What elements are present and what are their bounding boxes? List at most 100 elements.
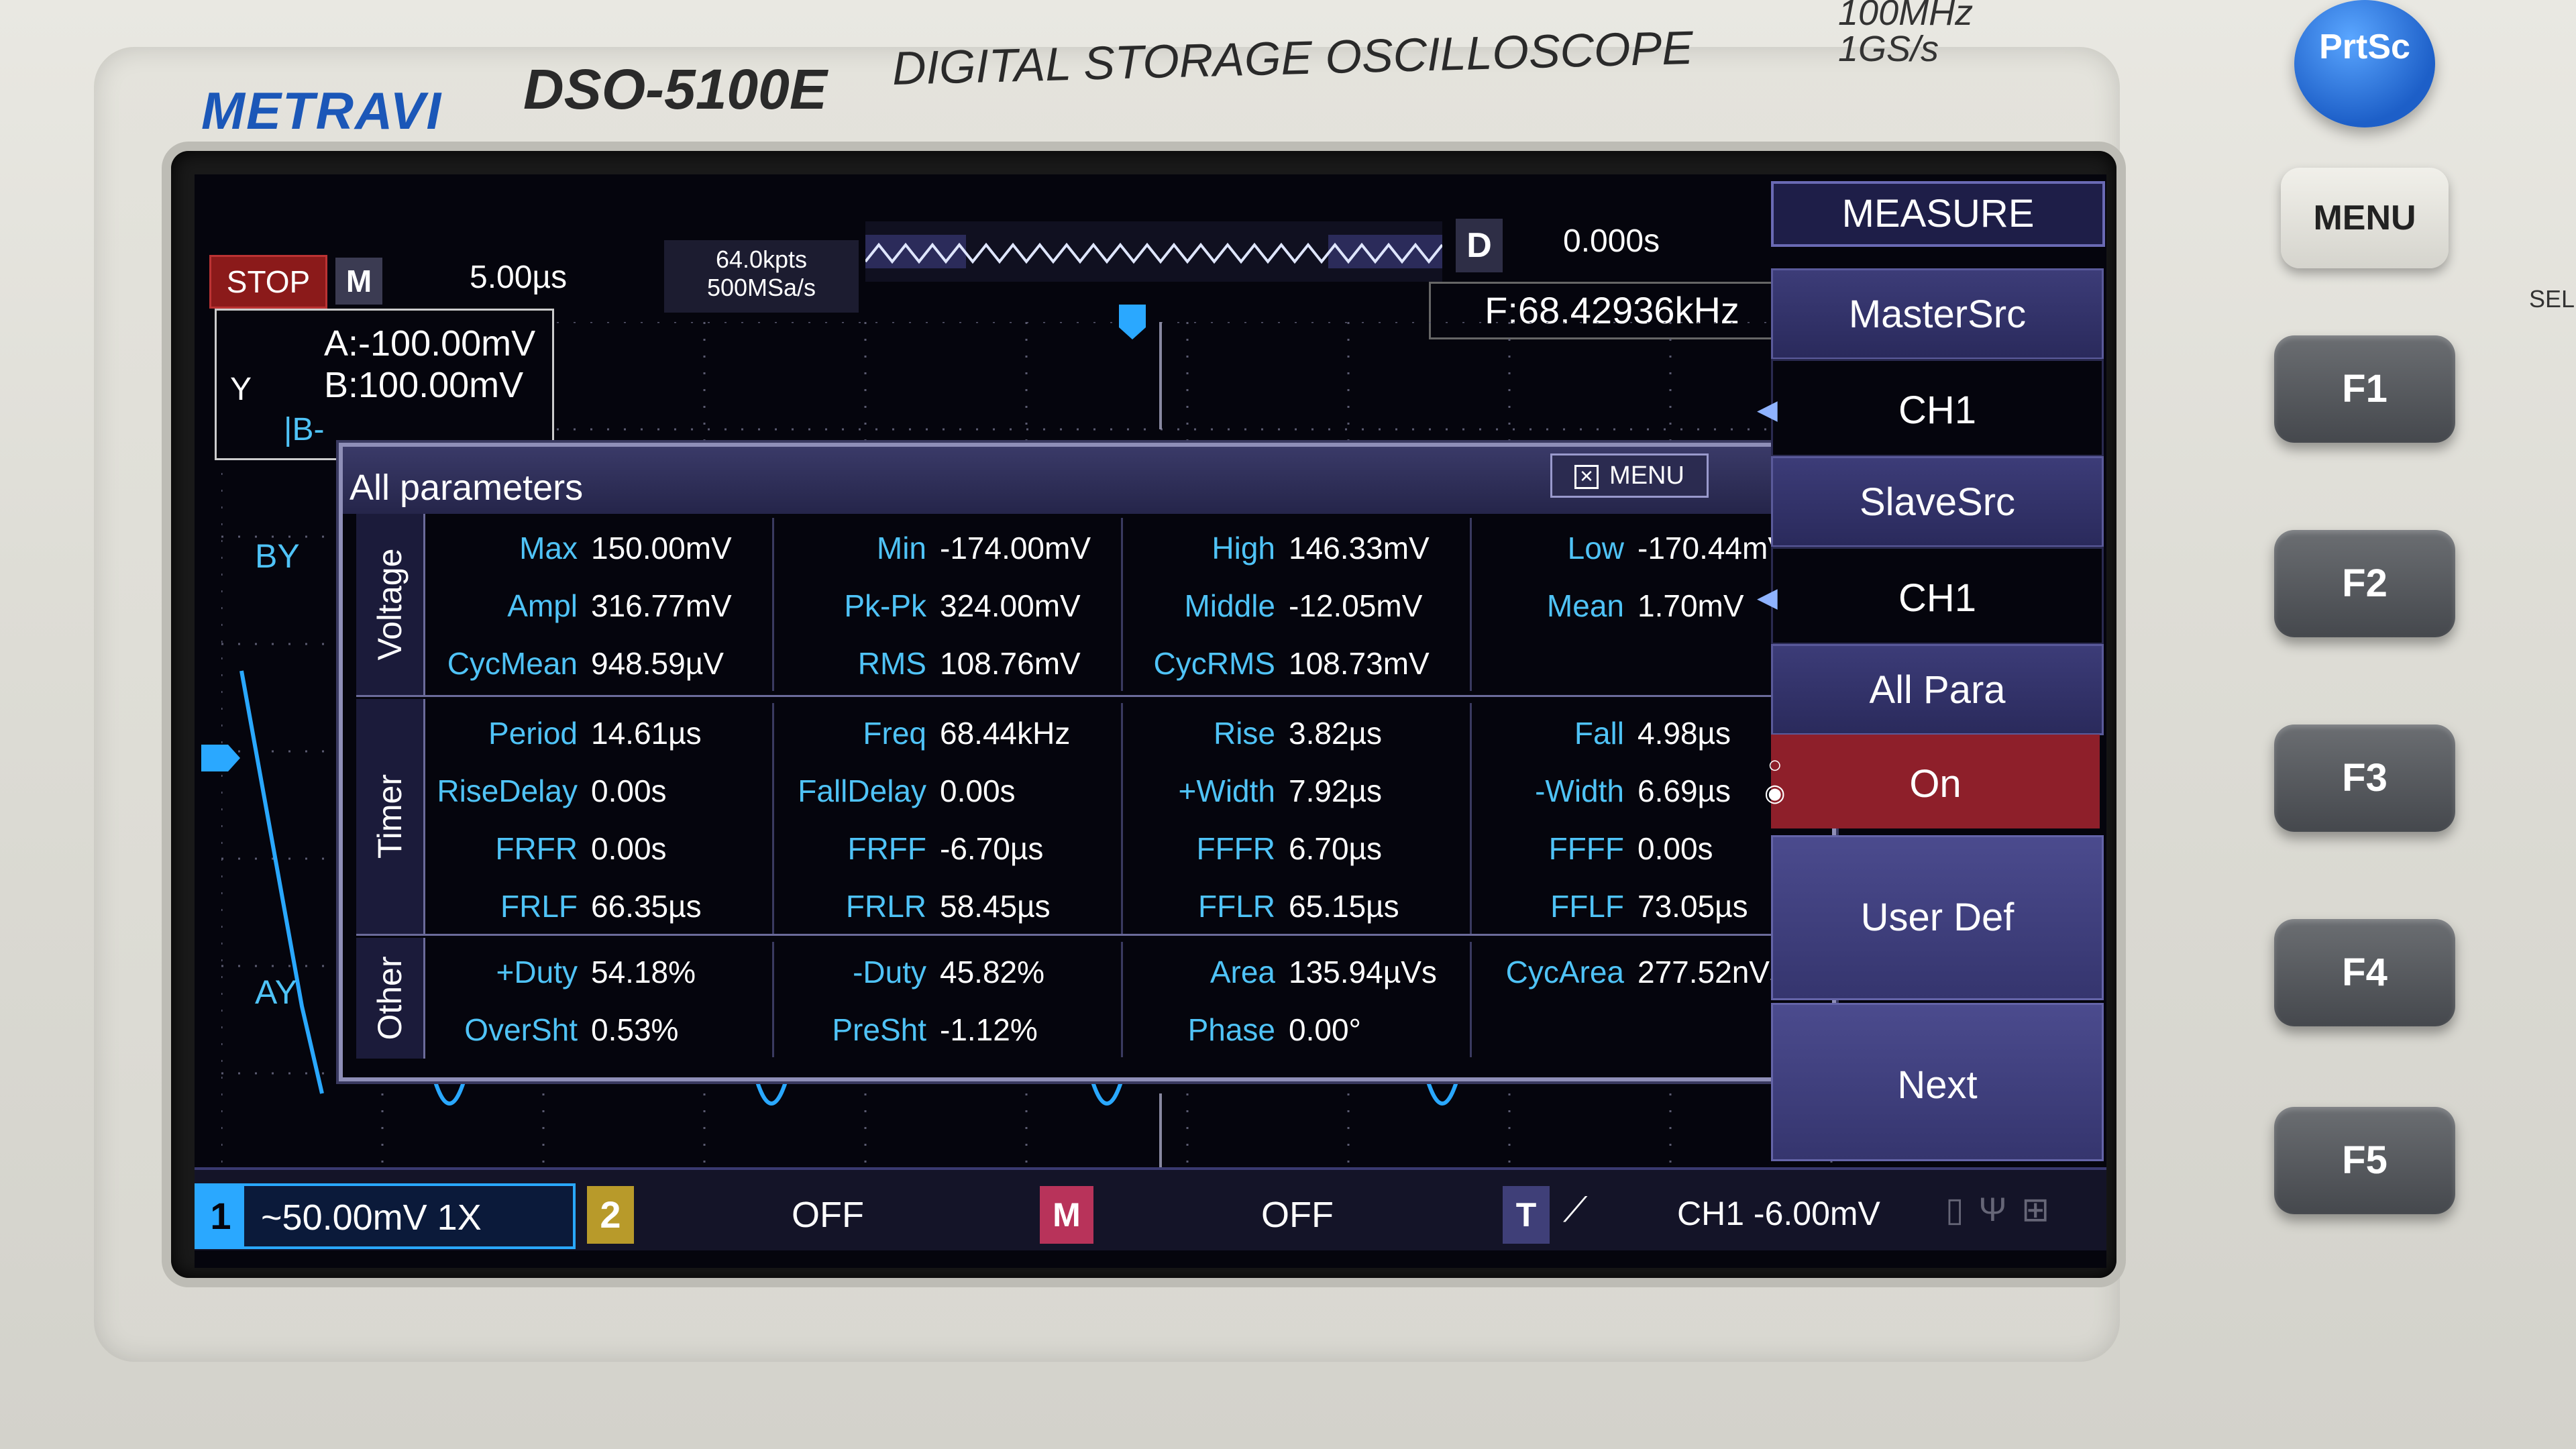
- usb-icon: Ψ: [1978, 1191, 2022, 1228]
- f3-button[interactable]: F3: [2274, 724, 2455, 832]
- param-name: PreSht: [832, 1012, 926, 1047]
- param-row: +Duty 54.18% -Duty 45.82% Area 135.94µVs Cy…: [423, 942, 1819, 1000]
- param-value: 7.92µs: [1289, 773, 1383, 808]
- param-value: 0.00°: [1289, 1012, 1361, 1047]
- param-name: Ampl: [507, 588, 578, 623]
- f5-button[interactable]: F5: [2274, 1107, 2455, 1214]
- network-icon: ⊞: [2021, 1191, 2065, 1228]
- all-para-on-toggle[interactable]: ○ ◉ On: [1764, 735, 2100, 828]
- slave-src-value-text: CH1: [1898, 576, 1977, 620]
- slave-src-button[interactable]: SlaveSrc: [1771, 456, 2104, 547]
- all-parameters-panel: All parameters ✕ MENU Voltage Max 150.00mV…: [339, 443, 1836, 1081]
- waveform-overview: [864, 221, 1444, 282]
- param-name: FFFF: [1548, 831, 1624, 866]
- param-name: FRLR: [845, 889, 926, 924]
- param-value: 135.94µVs: [1289, 955, 1437, 989]
- cursor-readout-box: Y A:-100.00mV B:100.00mV |B-: [215, 309, 554, 460]
- param-value: 146.33mV: [1289, 531, 1430, 566]
- param-value: 73.05µs: [1638, 889, 1748, 924]
- close-icon: ✕: [1574, 464, 1599, 489]
- ch2-number[interactable]: 2: [587, 1186, 634, 1244]
- next-button[interactable]: Next: [1771, 1003, 2104, 1161]
- section-label: Voltage: [356, 514, 425, 695]
- math-badge[interactable]: M: [1040, 1186, 1093, 1244]
- param-name: OverSht: [464, 1012, 578, 1047]
- waveform-overview-icon: [864, 235, 1444, 268]
- panel-menu-button[interactable]: ✕ MENU: [1550, 453, 1709, 498]
- param-value: 68.44kHz: [940, 716, 1071, 751]
- param-value: -12.05mV: [1289, 588, 1423, 623]
- master-src-button[interactable]: MasterSrc: [1771, 268, 2104, 360]
- param-value: 58.45µs: [940, 889, 1051, 924]
- run-state-badge: STOP: [209, 255, 327, 309]
- math-state: OFF: [1261, 1195, 1334, 1235]
- param-row: Ampl 316.77mV Pk-Pk 324.00mV Middle -12.05m…: [423, 576, 1819, 633]
- param-name: High: [1212, 531, 1275, 566]
- mode-badge: M: [335, 258, 382, 305]
- param-row: CycMean 948.59µV RMS 108.76mV CycRMS 108.73…: [423, 633, 1819, 691]
- param-name: Freq: [863, 716, 926, 751]
- param-name: Phase: [1187, 1012, 1275, 1047]
- status-bar: 1 ~50.00mV 1X 2 OFF M OFF T ⟋ CH1 -6.00m…: [195, 1167, 2106, 1250]
- param-name: Mean: [1546, 588, 1624, 623]
- menu-button[interactable]: MENU: [2281, 168, 2449, 268]
- param-name: -Width: [1535, 773, 1624, 808]
- master-src-label: MasterSrc: [1848, 292, 2027, 336]
- param-row: Period 14.61µs Freq 68.44kHz Rise 3.82µs Fa…: [423, 703, 1819, 761]
- f4-button[interactable]: F4: [2274, 919, 2455, 1026]
- param-value: 0.00s: [940, 773, 1016, 808]
- param-value: 66.35µs: [591, 889, 702, 924]
- master-src-value[interactable]: ◀ CH1: [1757, 359, 2104, 457]
- bandwidth-label: 100MHz: [1838, 0, 1974, 33]
- param-row: FRLF 66.35µs FRLR 58.45µs FFLR 65.15µs FFLF…: [423, 876, 1819, 934]
- slave-src-value[interactable]: ◀ CH1: [1757, 547, 2104, 645]
- cursor-b-value: B:100.00mV: [324, 365, 524, 405]
- measure-side-menu: MEASURE MasterSrc ◀ CH1 SlaveSrc ◀ CH1 A…: [1757, 174, 2106, 1194]
- param-name: CycArea: [1505, 955, 1624, 989]
- param-value: 948.59µV: [591, 646, 724, 681]
- param-value: 14.61µs: [591, 716, 702, 751]
- prtsc-button[interactable]: PrtSc: [2294, 0, 2435, 127]
- param-name: CycRMS: [1153, 646, 1275, 681]
- param-row: OverSht 0.53% PreSht -1.12% Phase 0.00°: [423, 1000, 1819, 1057]
- param-value: -6.70µs: [940, 831, 1044, 866]
- param-name: FFLF: [1550, 889, 1624, 924]
- cursor-ay-label: AY: [255, 973, 297, 1011]
- ch1-status[interactable]: 1 ~50.00mV 1X: [195, 1183, 576, 1249]
- param-name: Period: [488, 716, 578, 751]
- panel-title: All parameters: [350, 468, 584, 508]
- memory-depth-readout: 64.0kpts 500MSa/s: [664, 240, 859, 313]
- param-name: RiseDelay: [437, 773, 578, 808]
- param-value: 1.70mV: [1638, 588, 1744, 623]
- all-para-button[interactable]: All Para: [1771, 644, 2104, 735]
- f2-button[interactable]: F2: [2274, 530, 2455, 637]
- cursor-delta-fragment: |B-: [284, 412, 325, 447]
- rising-edge-icon: ⟋: [1563, 1191, 1588, 1230]
- param-name: RMS: [857, 646, 926, 681]
- sample-rate-spec-label: 1GS/s: [1838, 29, 1939, 69]
- trigger-badge[interactable]: T: [1503, 1186, 1550, 1244]
- all-para-label: All Para: [1869, 668, 2006, 712]
- user-def-button[interactable]: User Def: [1771, 835, 2104, 1000]
- f1-button[interactable]: F1: [2274, 335, 2455, 443]
- param-value: 0.53%: [591, 1012, 679, 1047]
- param-value: 0.00s: [1638, 831, 1713, 866]
- ch1-trace: [239, 670, 324, 1094]
- param-value: 324.00mV: [940, 588, 1081, 623]
- section-label: Other: [356, 938, 425, 1059]
- timebase-readout: 5.00µs: [470, 260, 568, 295]
- param-value: 4.98µs: [1638, 716, 1731, 751]
- param-value: 45.82%: [940, 955, 1045, 989]
- param-value: 150.00mV: [591, 531, 732, 566]
- memory-depth: 64.0kpts: [715, 246, 808, 273]
- trigger-position-icon[interactable]: [1114, 302, 1154, 342]
- section-other: Other +Duty 54.18% -Duty 45.82% Area 135.94…: [356, 938, 1819, 1059]
- ch1-scale: ~50.00mV 1X: [261, 1197, 482, 1238]
- ch1-ground-marker-icon[interactable]: [201, 738, 241, 778]
- ch1-number: 1: [197, 1186, 244, 1246]
- status-icons: ▯Ψ⊞: [1945, 1190, 2064, 1229]
- delay-badge: D: [1456, 219, 1503, 272]
- section-voltage: Voltage Max 150.00mV Min -174.00mV High 146…: [356, 514, 1819, 697]
- section-timer: Timer Period 14.61µs Freq 68.44kHz Rise 3.8…: [356, 699, 1819, 936]
- param-value: 108.76mV: [940, 646, 1081, 681]
